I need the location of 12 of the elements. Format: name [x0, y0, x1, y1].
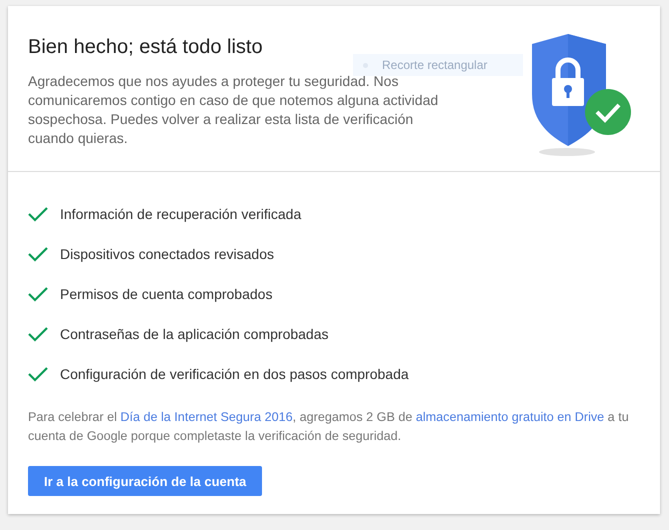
checklist-item: Información de recuperación verificada: [60, 206, 302, 222]
checklist-item: Dispositivos conectados revisados: [60, 246, 274, 262]
checklist-item: Contraseñas de la aplicación comprobadas: [60, 326, 328, 342]
storage-note: Para celebrar el Día de la Internet Segura 2016, agregamos 2 GB de almacenamiento gratuito en Drive a tu cuenta de Google porque completaste la verificación de seguridad.: [28, 409, 630, 445]
account-settings-button[interactable]: Ir a la configuración de la cuenta: [28, 466, 262, 496]
text-link[interactable]: almacenamiento gratuito en Drive: [416, 410, 604, 424]
checklist-item: Permisos de cuenta comprobados: [60, 286, 272, 302]
tooltip-label: Recorte rectangular: [382, 58, 488, 72]
checklist-item: Configuración de verificación en dos pasos comprobada: [60, 366, 409, 382]
description: Agradecemos que nos ayudes a proteger tu seguridad. Nos comunicaremos contigo en caso de que notemos alguna actividad sospechosa. Puedes volver a realizar esta lista de verificación cuando quieras.: [28, 72, 440, 148]
text-link[interactable]: Día de la Internet Segura 2016: [120, 410, 293, 424]
card-title: Bien hecho; está todo listo: [28, 36, 264, 59]
